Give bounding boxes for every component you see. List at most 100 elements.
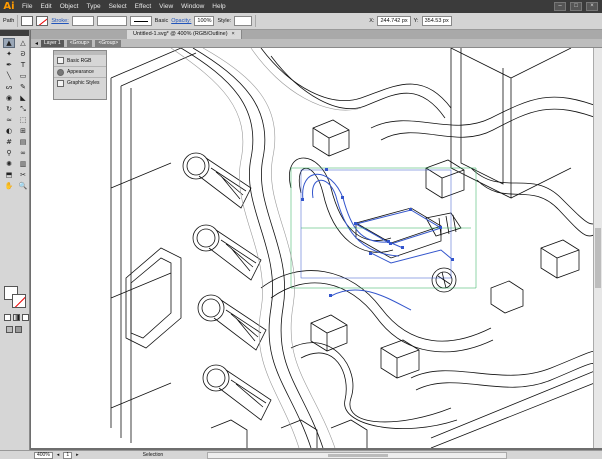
close-button[interactable]: × (586, 2, 598, 11)
screen-mode-button[interactable] (15, 326, 22, 333)
divider (17, 15, 19, 27)
hand-icon[interactable]: ✋ (3, 181, 15, 191)
breadcrumb-group[interactable]: <Group> (95, 39, 122, 47)
direct-selection-icon[interactable]: △ (17, 38, 29, 48)
status-bar: 400% ◂ 1 ▸ Selection (0, 450, 602, 459)
gradient-button[interactable] (13, 314, 20, 321)
rectangle-icon[interactable]: ▭ (17, 71, 29, 81)
selected-path[interactable] (302, 173, 454, 311)
gradient-icon[interactable]: ▤ (17, 137, 29, 147)
isolation-breadcrumb-bar: ◂ Layer 1 <Group> <Group> (31, 39, 602, 48)
horizontal-scroll-thumb[interactable] (328, 453, 389, 457)
breadcrumb-group[interactable]: <Group> (66, 39, 93, 47)
x-coordinate-field[interactable]: 244.742 px (377, 16, 411, 26)
graphic-style-picker[interactable] (234, 16, 253, 26)
slice-icon[interactable]: ✂ (17, 170, 29, 180)
prev-artboard-icon[interactable]: ◂ (57, 452, 60, 458)
illustrator-window: Ai File Edit Object Type Select Effect V… (0, 0, 602, 459)
pipes (180, 48, 602, 448)
panel-label: Graphic Styles (67, 80, 100, 86)
shape-builder-icon[interactable]: ◐ (3, 126, 15, 136)
fill-color-swatch[interactable] (21, 16, 34, 26)
opacity-panel-link[interactable]: Opacity: (171, 18, 191, 24)
next-artboard-icon[interactable]: ▸ (76, 452, 79, 458)
zoom-field[interactable]: 400% (34, 451, 53, 459)
graph-icon[interactable]: ▥ (17, 159, 29, 169)
anchor-points (301, 168, 454, 297)
style-label: Style: (217, 18, 232, 24)
perspective-icon[interactable]: ⊞ (17, 126, 29, 136)
pencil-icon[interactable]: ✎ (17, 82, 29, 92)
back-arrow-icon[interactable]: ◂ (35, 40, 38, 47)
menu-type[interactable]: Type (82, 0, 104, 13)
symbol-sprayer-icon[interactable]: ✺ (3, 159, 15, 169)
breadcrumb-layer[interactable]: Layer 1 (41, 39, 64, 47)
artboard-guides (290, 167, 477, 289)
menu-effect[interactable]: Effect (131, 0, 156, 13)
stroke-weight-field[interactable] (71, 16, 94, 26)
panel-basic-rgb[interactable]: Basic RGB (54, 55, 106, 66)
brush-icon (57, 57, 64, 64)
scale-icon[interactable]: ⤡ (17, 104, 29, 114)
stroke-swatch[interactable] (12, 294, 26, 308)
eyedropper-icon[interactable]: ⚲ (3, 148, 15, 158)
maximize-button[interactable]: □ (570, 2, 582, 11)
menu-object[interactable]: Object (56, 0, 83, 13)
brush-definition-select[interactable] (129, 16, 152, 26)
selection-type-label: Path (3, 18, 15, 24)
blob-brush-icon[interactable]: ◉ (3, 93, 15, 103)
menu-edit[interactable]: Edit (36, 0, 55, 13)
menu-file[interactable]: File (18, 0, 36, 13)
menu-help[interactable]: Help (208, 0, 229, 13)
artboard-icon[interactable]: ⬒ (3, 170, 15, 180)
menu-select[interactable]: Select (105, 0, 131, 13)
stroke-panel-link[interactable]: Stroke: (51, 18, 68, 24)
rotate-icon[interactable]: ↻ (3, 104, 15, 114)
lasso-icon[interactable]: ᘐ (17, 49, 29, 59)
document-tab[interactable]: Untitled-1.svg* @ 400% (RGB/Outline) × (127, 30, 242, 39)
draw-mode-row (6, 326, 22, 333)
blend-icon[interactable]: ∞ (17, 148, 29, 158)
line-icon[interactable]: ╲ (3, 71, 15, 81)
magic-wand-icon[interactable]: ✦ (3, 49, 15, 59)
stroke-color-swatch[interactable] (36, 16, 49, 26)
menu-bar: Ai File Edit Object Type Select Effect V… (0, 0, 602, 13)
variable-width-profile-select[interactable] (96, 16, 127, 26)
collapsed-panel-dock: Basic RGB Appearance Graphic Styles (53, 50, 107, 100)
fill-stroke-widget (4, 286, 28, 310)
menu-view[interactable]: View (155, 0, 177, 13)
none-button[interactable] (22, 314, 29, 321)
eraser-icon[interactable]: ◣ (17, 93, 29, 103)
appearance-icon (57, 68, 64, 76)
opacity-field[interactable]: 100% (194, 16, 215, 26)
mesh-icon[interactable]: # (3, 137, 15, 147)
panel-label: Appearance (67, 69, 94, 75)
tool-grid: ▲ △ ✦ ᘐ ✒ T ╲ ▭ ᔕ ✎ ◉ ◣ ↻ ⤡ ≈ ⬚ ◐ ⊞ # ▤ ⚲ ∞ ✺ ▥ ⬒ ✂ ✋ 🔍 (0, 36, 29, 191)
selection-icon[interactable]: ▲ (3, 38, 15, 48)
panel-graphic-styles[interactable]: Graphic Styles (54, 77, 106, 88)
left-frame (110, 48, 197, 443)
pen-icon[interactable]: ✒ (3, 60, 15, 70)
brush-style-label: Basic (154, 18, 169, 24)
vertical-scrollbar[interactable] (593, 48, 602, 448)
paintbrush-icon[interactable]: ᔕ (3, 82, 15, 92)
window-controls: – □ × (554, 2, 602, 11)
zoom-icon[interactable]: 🔍 (17, 181, 29, 191)
vertical-scroll-thumb[interactable] (595, 228, 601, 288)
draw-normal-button[interactable] (6, 326, 13, 333)
horizontal-scrollbar[interactable] (207, 451, 508, 459)
y-coordinate-field[interactable]: 354.53 px (421, 16, 452, 26)
artboard-canvas[interactable] (31, 48, 602, 448)
free-transform-icon[interactable]: ⬚ (17, 115, 29, 125)
close-tab-icon[interactable]: × (232, 31, 235, 37)
type-icon[interactable]: T (17, 60, 29, 70)
artboard-number-field[interactable]: 1 (63, 451, 73, 459)
width-icon[interactable]: ≈ (3, 115, 15, 125)
app-logo: Ai (3, 1, 15, 12)
panel-appearance[interactable]: Appearance (54, 66, 106, 77)
document-tab-title: Untitled-1.svg* @ 400% (RGB/Outline) (133, 31, 228, 37)
minimize-button[interactable]: – (554, 2, 566, 11)
current-tool-status: Selection (142, 452, 164, 458)
menu-window[interactable]: Window (177, 0, 208, 13)
color-button[interactable] (4, 314, 11, 321)
